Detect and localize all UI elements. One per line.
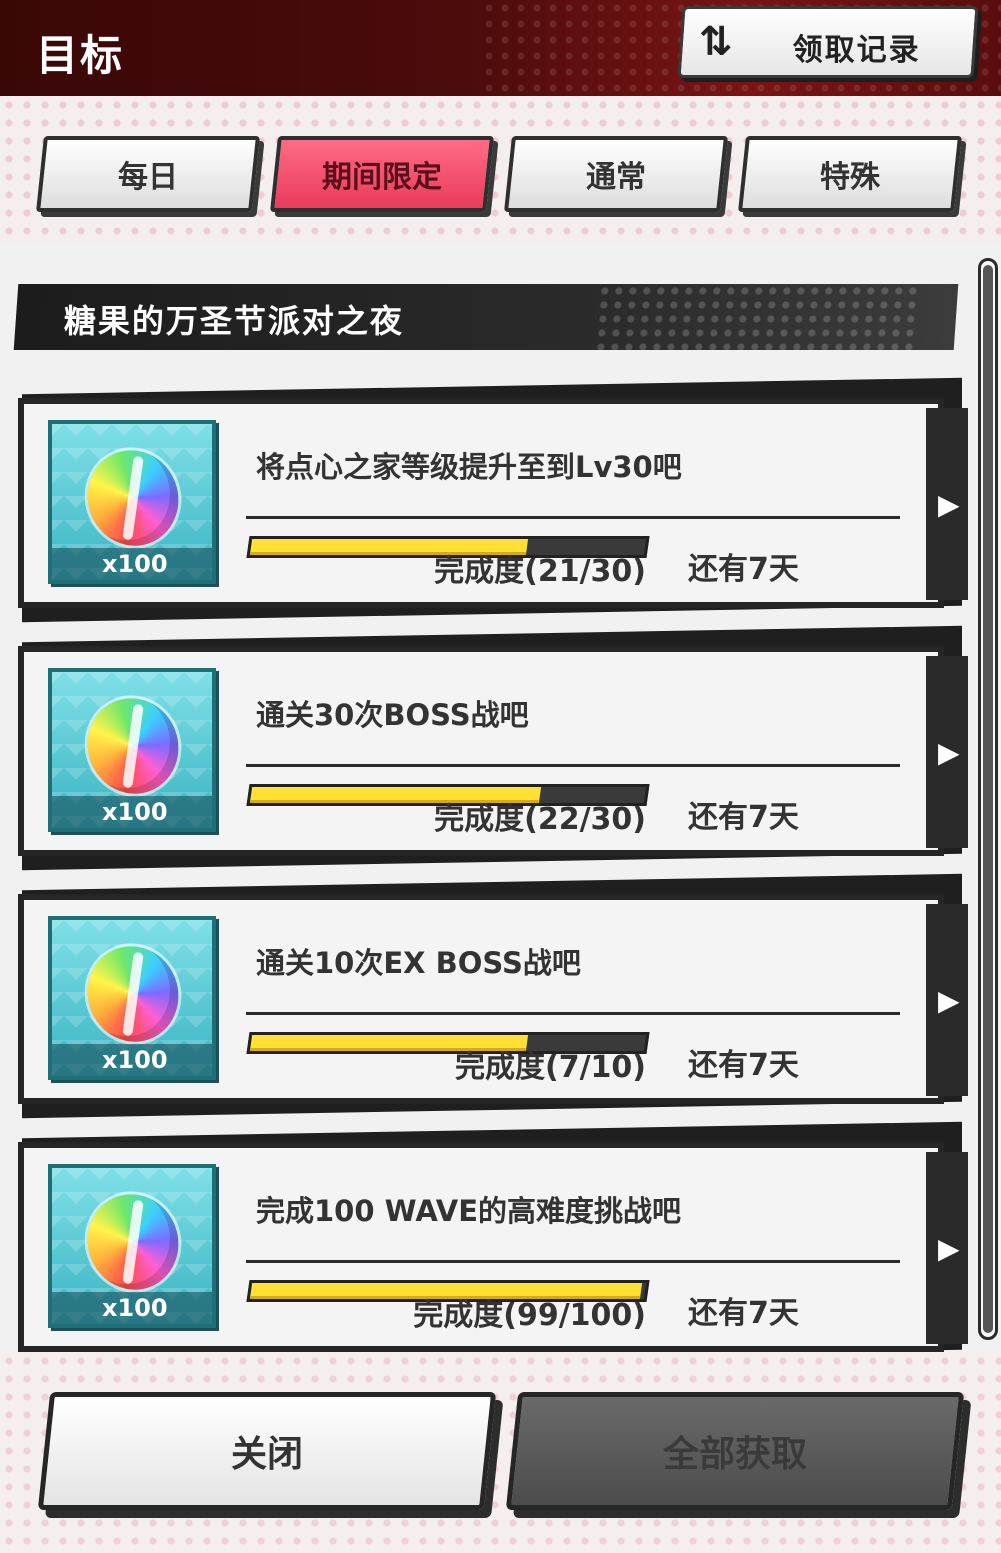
mission-card[interactable]: x100 完成100 WAVE的高难度挑战吧 完成度(99/100) 还有7天 …: [18, 1121, 968, 1352]
arrow-right-icon: ▶: [938, 736, 960, 769]
scroll-thumb[interactable]: [983, 265, 993, 1333]
rainbow-gem-icon: [74, 685, 192, 807]
go-button[interactable]: ▶: [926, 904, 968, 1096]
divider: [246, 1012, 900, 1015]
tab-special[interactable]: 特殊: [738, 136, 962, 212]
mission-card[interactable]: x100 通关30次BOSS战吧 完成度(22/30) 还有7天 ▶: [18, 625, 968, 871]
tab-bar: 每日 期间限定 通常 特殊: [36, 136, 976, 216]
mission-title: 通关10次EX BOSS战吧: [256, 946, 581, 980]
go-button[interactable]: ▶: [926, 1152, 968, 1344]
rainbow-gem-icon: [74, 437, 192, 559]
reward-quantity: x100: [102, 798, 168, 826]
go-button[interactable]: ▶: [926, 408, 968, 600]
divider: [246, 516, 900, 519]
reward-quantity: x100: [102, 1046, 168, 1074]
close-button[interactable]: 关闭: [37, 1392, 497, 1510]
completion-text: 完成度(21/30): [434, 554, 646, 589]
completion-text: 完成度(7/10): [454, 1050, 646, 1085]
arrow-right-icon: ▶: [938, 488, 960, 521]
divider: [246, 764, 900, 767]
mission-list[interactable]: 糖果的万圣节派对之夜 x100 将点心之家等级提升至到Lv30吧 完成度(21/…: [0, 242, 1001, 1352]
mission-title: 将点心之家等级提升至到Lv30吧: [256, 450, 682, 484]
time-remaining: 还有7天: [688, 552, 799, 587]
footer-bar: 关闭 全部获取: [0, 1352, 1001, 1553]
page-title: 目标: [36, 31, 125, 80]
time-remaining: 还有7天: [688, 800, 799, 835]
reward-quantity: x100: [102, 550, 168, 578]
claim-history-label: 领取记录: [792, 33, 921, 68]
time-remaining: 还有7天: [688, 1296, 799, 1331]
claim-history-button[interactable]: ⇅ 领取记录: [677, 6, 979, 78]
rainbow-gem-icon: [74, 933, 192, 1055]
claim-all-button[interactable]: 全部获取: [505, 1392, 965, 1510]
tab-limited-time[interactable]: 期间限定: [270, 136, 494, 212]
reward-item: x100: [48, 916, 216, 1080]
completion-text: 完成度(99/100): [413, 1298, 646, 1333]
reward-item: x100: [48, 668, 216, 832]
time-remaining: 还有7天: [688, 1048, 799, 1083]
mission-card[interactable]: x100 将点心之家等级提升至到Lv30吧 完成度(21/30) 还有7天 ▶: [18, 377, 968, 623]
arrow-right-icon: ▶: [938, 984, 960, 1017]
reward-quantity: x100: [102, 1294, 168, 1322]
mission-title: 通关30次BOSS战吧: [256, 698, 529, 732]
tab-normal[interactable]: 通常: [504, 136, 728, 212]
go-button[interactable]: ▶: [926, 656, 968, 848]
scrollbar[interactable]: [978, 258, 998, 1340]
arrow-right-icon: ▶: [938, 1232, 960, 1265]
completion-text: 完成度(22/30): [434, 802, 646, 837]
section-title: 糖果的万圣节派对之夜: [63, 302, 404, 340]
divider: [246, 1260, 900, 1263]
rainbow-gem-icon: [74, 1181, 192, 1303]
reward-item: x100: [48, 1164, 216, 1328]
swap-arrows-icon: ⇅: [699, 19, 733, 65]
tab-daily[interactable]: 每日: [36, 136, 260, 212]
section-banner: 糖果的万圣节派对之夜: [13, 284, 959, 350]
mission-card[interactable]: x100 通关10次EX BOSS战吧 完成度(7/10) 还有7天 ▶: [18, 873, 968, 1119]
mission-title: 完成100 WAVE的高难度挑战吧: [256, 1194, 682, 1228]
reward-item: x100: [48, 420, 216, 584]
